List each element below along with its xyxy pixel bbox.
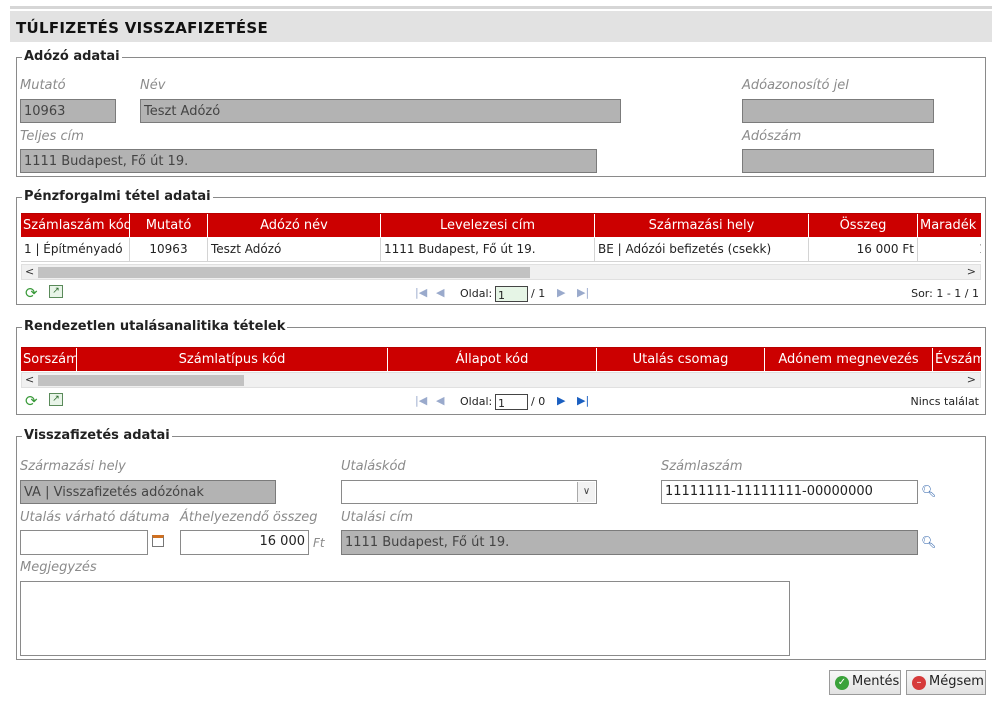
last-page-icon[interactable]: ▶|	[577, 394, 589, 407]
col-sorszam[interactable]: Sorszám	[21, 348, 77, 371]
unsettled-hscroll[interactable]: < >	[21, 372, 981, 388]
utaloskod-select[interactable]: ∨	[341, 480, 597, 504]
osszeg-unit: Ft	[313, 536, 325, 550]
utalasi-cim-label: Utalási cím	[341, 510, 414, 525]
scroll-left-icon[interactable]: <	[25, 373, 34, 386]
scroll-right-icon[interactable]: >	[967, 373, 976, 386]
taxpayer-legend: Adózó adatai	[22, 49, 122, 64]
szamlaszam-input[interactable]: 11111111-11111111-00000000	[661, 480, 918, 504]
save-button[interactable]: ✓ Mentés	[829, 670, 901, 695]
col-allapot[interactable]: Állapot kód	[388, 348, 597, 371]
page-label: Oldal:	[460, 287, 493, 300]
chevron-down-icon[interactable]: ∨	[577, 482, 595, 502]
scroll-thumb[interactable]	[38, 267, 530, 278]
szarmazasi-label: Származási hely	[20, 459, 126, 474]
transaction-grid-header: Számlaszám kód Mutató Adózó név Leveleze…	[21, 213, 981, 237]
pager-status: Nincs találat	[910, 395, 980, 408]
utalasi-cim-field[interactable]: 1111 Budapest, Fő út 19.	[341, 530, 918, 555]
first-page-icon[interactable]: |◀	[415, 394, 427, 407]
nev-label: Név	[140, 78, 166, 93]
export-icon[interactable]: ↗	[49, 393, 63, 406]
nev-field[interactable]: Teszt Adózó	[140, 99, 621, 123]
col-levelezesi-cim[interactable]: Levelezesi cím	[381, 214, 595, 237]
first-page-icon[interactable]: |◀	[415, 286, 427, 299]
prev-page-icon[interactable]: ◀	[436, 286, 444, 299]
page-input[interactable]: 1	[495, 394, 528, 410]
page-label: Oldal:	[460, 395, 493, 408]
scroll-right-icon[interactable]: >	[967, 265, 976, 278]
cell-osszeg: 16 000 Ft	[809, 238, 918, 261]
mutato-label: Mutató	[20, 78, 66, 93]
page-total: / 1	[531, 287, 546, 300]
adoszam-label: Adószám	[742, 129, 802, 144]
megjegyzes-label: Megjegyzés	[20, 560, 97, 575]
adoazonosito-field[interactable]	[742, 99, 934, 123]
col-szamlaszam[interactable]: Számlaszám kód	[21, 214, 130, 237]
table-row[interactable]: 1 | Építményadó 10963 Teszt Adózó 1111 B…	[21, 238, 981, 262]
megjegyzes-textarea[interactable]	[20, 581, 790, 656]
scroll-left-icon[interactable]: <	[25, 265, 34, 278]
transaction-hscroll[interactable]: < >	[21, 264, 981, 280]
next-page-icon[interactable]: ▶	[557, 394, 565, 407]
prev-page-icon[interactable]: ◀	[436, 394, 444, 407]
taxpayer-panel: Adózó adatai Mutató 10963 Név Teszt Adóz…	[16, 49, 986, 177]
col-mutato[interactable]: Mutató	[130, 214, 208, 237]
datum-input[interactable]	[20, 530, 148, 555]
col-utalas-csomag[interactable]: Utalás csomag	[597, 348, 765, 371]
cell-adozo-nev: Teszt Adózó	[208, 238, 381, 261]
refund-panel: Visszafizetés adatai Származási hely VA …	[16, 428, 986, 660]
cell-maradek: 16	[918, 238, 981, 261]
col-adonem[interactable]: Adónem megnevezés	[765, 348, 933, 371]
export-icon[interactable]: ↗	[49, 285, 63, 298]
page-total: / 0	[531, 395, 546, 408]
col-szamlatipus[interactable]: Számlatípus kód	[77, 348, 388, 371]
calendar-icon[interactable]	[152, 535, 164, 547]
refresh-icon[interactable]: ⟳	[25, 392, 38, 410]
cell-szamlaszam: 1 | Építményadó	[21, 238, 130, 261]
cim-field[interactable]: 1111 Budapest, Fő út 19.	[20, 149, 597, 173]
refund-legend: Visszafizetés adatai	[22, 428, 172, 443]
cancel-button[interactable]: – Mégsem	[906, 670, 986, 695]
top-divider	[10, 6, 992, 9]
osszeg-input[interactable]: 16 000	[180, 530, 309, 555]
unsettled-pager: ⟳ ↗ |◀ ◀ Oldal: 1 / 0 ▶ ▶| Nincs találat	[21, 390, 981, 416]
refresh-icon[interactable]: ⟳	[25, 284, 38, 302]
cim-label: Teljes cím	[20, 129, 84, 144]
adoazonosito-label: Adóazonosító jel	[742, 78, 849, 93]
szarmazasi-field[interactable]: VA | Visszafizetés adózónak	[20, 480, 276, 504]
cell-mutato: 10963	[130, 238, 208, 261]
cancel-icon: –	[912, 676, 926, 690]
unsettled-panel: Rendezetlen utalásanalitika tételek Sors…	[16, 319, 986, 416]
col-szarmazasi-hely[interactable]: Származási hely	[595, 214, 809, 237]
page-title: TÚLFIZETÉS VISSZAFIZETÉSE	[10, 11, 992, 42]
col-maradek[interactable]: Maradék ö	[918, 214, 981, 237]
osszeg-label: Áthelyezendő összeg	[180, 510, 318, 525]
last-page-icon[interactable]: ▶|	[577, 286, 589, 299]
check-icon: ✓	[835, 676, 849, 690]
page-frame: TÚLFIZETÉS VISSZAFIZETÉSE Adózó adatai M…	[10, 6, 992, 706]
transaction-legend: Pénzforgalmi tétel adatai	[22, 189, 213, 204]
unsettled-grid-header: Sorszám Számlatípus kód Állapot kód Utal…	[21, 347, 981, 371]
cell-levelezesi-cim: 1111 Budapest, Fő út 19.	[381, 238, 595, 261]
cell-szarmazasi-hely: BE | Adózói befizetés (csekk)	[595, 238, 809, 261]
datum-label: Utalás várható dátuma	[20, 510, 170, 525]
col-osszeg[interactable]: Összeg	[809, 214, 918, 237]
szamlaszam-label: Számlaszám	[661, 459, 743, 474]
adoszam-field[interactable]	[742, 149, 934, 173]
utaloskod-label: Utaláskód	[341, 459, 406, 474]
search-icon[interactable]: 🔍︎	[921, 484, 936, 498]
col-evszam[interactable]: Évszám	[933, 348, 981, 371]
save-label: Mentés	[852, 674, 900, 689]
transaction-pager: ⟳ ↗ |◀ ◀ Oldal: 1 / 1 ▶ ▶| Sor: 1 - 1 / …	[21, 282, 981, 308]
scroll-thumb[interactable]	[38, 375, 244, 386]
next-page-icon[interactable]: ▶	[557, 286, 565, 299]
unsettled-legend: Rendezetlen utalásanalitika tételek	[22, 319, 288, 334]
page-input[interactable]: 1	[495, 286, 528, 302]
search-icon[interactable]: 🔍︎	[921, 535, 936, 549]
pager-status: Sor: 1 - 1 / 1	[911, 287, 979, 300]
cancel-label: Mégsem	[929, 674, 984, 689]
transaction-panel: Pénzforgalmi tétel adatai Számlaszám kód…	[16, 189, 986, 308]
mutato-field[interactable]: 10963	[20, 99, 116, 123]
col-adozo-nev[interactable]: Adózó név	[208, 214, 381, 237]
